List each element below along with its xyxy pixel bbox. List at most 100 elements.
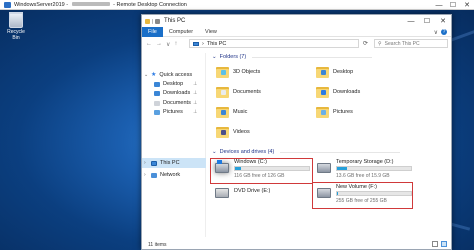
folder-downloads[interactable]: Downloads <box>316 85 360 98</box>
pictures-icon <box>154 109 160 115</box>
folder-label: Pictures <box>333 108 353 115</box>
rdp-minimize-button[interactable]: — <box>432 0 446 10</box>
recycle-bin-label: Recycle Bin <box>7 29 25 41</box>
tab-view[interactable]: View <box>199 27 223 37</box>
highlight-box-drive-f <box>312 182 413 209</box>
nav-item-label: Documents <box>163 100 191 106</box>
download-icon <box>154 90 160 96</box>
nav-item-label: Quick access <box>159 71 193 78</box>
3d-objects-folder-icon <box>216 65 229 78</box>
nav-item-desktop[interactable]: Desktop <box>154 81 183 87</box>
documents-folder-icon <box>216 85 229 98</box>
drive-usage-bar <box>336 166 412 171</box>
network-icon <box>151 172 157 178</box>
drive-usage-fill <box>337 167 348 170</box>
chevron-down-icon: ⌄ <box>144 71 149 78</box>
nav-item-label: Pictures <box>163 109 183 115</box>
window-title: This PC <box>164 18 186 24</box>
pin-icon: ⊥ <box>193 109 198 115</box>
breadcrumb-this-pc[interactable]: This PC <box>207 41 227 47</box>
group-title: Devices and drives (4) <box>219 149 275 155</box>
chevron-right-icon: › <box>144 160 146 166</box>
folder-label: Downloads <box>333 88 361 95</box>
forward-button[interactable]: → <box>156 41 162 48</box>
nav-item-documents[interactable]: Documents <box>154 100 191 106</box>
view-toggle <box>432 241 447 247</box>
navigation-pane: ⌄ ★ Quick access Desktop ⊥ Downloads ⊥ D… <box>142 53 206 237</box>
back-button[interactable]: ← <box>146 41 152 48</box>
chevron-down-icon: ⌄ <box>212 149 217 155</box>
drive-name: Temporary Storage (D:) <box>336 159 394 165</box>
address-row: ← → ∨ ↑ › This PC ⟳ ⚲ Search This PC <box>142 38 451 50</box>
folder-3d-objects[interactable]: 3D Objects <box>216 65 260 78</box>
nav-item-quick-access[interactable]: ⌄ ★ Quick access <box>144 71 193 79</box>
this-pc-icon <box>193 41 199 46</box>
refresh-button[interactable]: ⟳ <box>363 40 368 47</box>
desktop-folder-icon <box>316 65 329 78</box>
file-explorer-window: This PC — ☐ ✕ File Computer View ∨ ? ← →… <box>141 14 452 250</box>
documents-icon <box>154 100 160 106</box>
content-pane: ⌄ Folders (7) 3D Objects Desktop Documen… <box>208 53 451 237</box>
redacted-text <box>71 2 110 7</box>
pictures-folder-icon <box>316 105 329 118</box>
drives-group-header[interactable]: ⌄ Devices and drives (4) <box>212 149 401 155</box>
star-icon: ★ <box>151 72 157 78</box>
search-input[interactable]: ⚲ Search This PC <box>374 39 448 48</box>
folder-documents[interactable]: Documents <box>216 85 261 98</box>
hard-drive-icon <box>317 163 331 173</box>
details-view-icon[interactable] <box>432 241 438 247</box>
rdp-close-button[interactable]: ✕ <box>460 0 474 10</box>
navigation-buttons: ← → ∨ ↑ <box>146 41 177 48</box>
drive-e[interactable]: DVD Drive (E:) <box>214 184 314 208</box>
group-divider <box>252 56 373 58</box>
folder-label: Documents <box>233 88 261 95</box>
minimize-button[interactable]: — <box>403 15 419 27</box>
expand-ribbon-icon[interactable]: ∨ <box>434 29 438 36</box>
nav-item-network[interactable]: › Network <box>144 172 180 178</box>
nav-item-label: Downloads <box>163 90 191 96</box>
drive-d[interactable]: Temporary Storage (D:) 13.6 GB free of 1… <box>316 159 416 183</box>
close-button[interactable]: ✕ <box>435 15 451 27</box>
highlight-box-drive-c <box>210 158 313 184</box>
help-icon[interactable]: ? <box>441 29 447 35</box>
group-title: Folders (7) <box>219 54 247 60</box>
maximize-button[interactable]: ☐ <box>419 15 435 27</box>
rdp-maximize-button[interactable]: ☐ <box>446 0 460 10</box>
rdp-title-prefix: WindowsServer2019 - <box>14 1 70 8</box>
nav-item-pictures[interactable]: Pictures <box>154 109 183 115</box>
nav-item-downloads[interactable]: Downloads <box>154 90 190 96</box>
folder-label: 3D Objects <box>233 68 261 75</box>
tab-computer[interactable]: Computer <box>163 27 199 37</box>
tiles-view-icon[interactable] <box>441 241 447 247</box>
chevron-right-icon: › <box>144 172 146 178</box>
address-bar[interactable]: › This PC <box>189 39 359 48</box>
folder-icon <box>145 18 150 24</box>
nav-item-label: Desktop <box>163 81 184 87</box>
toolbar-divider <box>152 18 153 24</box>
rdp-titlebar: WindowsServer2019 - - Remote Desktop Con… <box>0 0 474 10</box>
nav-item-this-pc[interactable]: › This PC <box>144 160 180 166</box>
customize-toolbar-icon[interactable] <box>155 18 160 24</box>
folder-label: Videos <box>233 128 250 135</box>
pin-icon: ⊥ <box>193 81 198 87</box>
ribbon-right-controls: ∨ ? <box>434 27 447 37</box>
computer-icon <box>151 160 157 166</box>
recent-locations-icon[interactable]: ∨ <box>166 41 170 48</box>
tab-file[interactable]: File <box>142 26 163 37</box>
desktop-icon <box>154 81 160 87</box>
folder-desktop[interactable]: Desktop <box>316 65 353 78</box>
breadcrumb-separator-icon: › <box>202 40 204 47</box>
folder-videos[interactable]: Videos <box>216 125 250 138</box>
search-placeholder: Search This PC <box>384 40 420 47</box>
ribbon-tabs: File Computer View ∨ ? <box>142 26 451 37</box>
folder-pictures[interactable]: Pictures <box>316 105 353 118</box>
recycle-bin[interactable]: Recycle Bin <box>4 10 28 41</box>
up-button[interactable]: ↑ <box>174 41 177 48</box>
drive-name: DVD Drive (E:) <box>234 188 271 194</box>
search-icon: ⚲ <box>378 40 382 47</box>
folders-group-header[interactable]: ⌄ Folders (7) <box>212 54 373 60</box>
rdp-title-suffix: - Remote Desktop Connection <box>111 1 187 8</box>
explorer-window-controls: — ☐ ✕ <box>403 15 451 27</box>
folder-label: Desktop <box>333 68 354 75</box>
folder-music[interactable]: Music <box>216 105 247 118</box>
